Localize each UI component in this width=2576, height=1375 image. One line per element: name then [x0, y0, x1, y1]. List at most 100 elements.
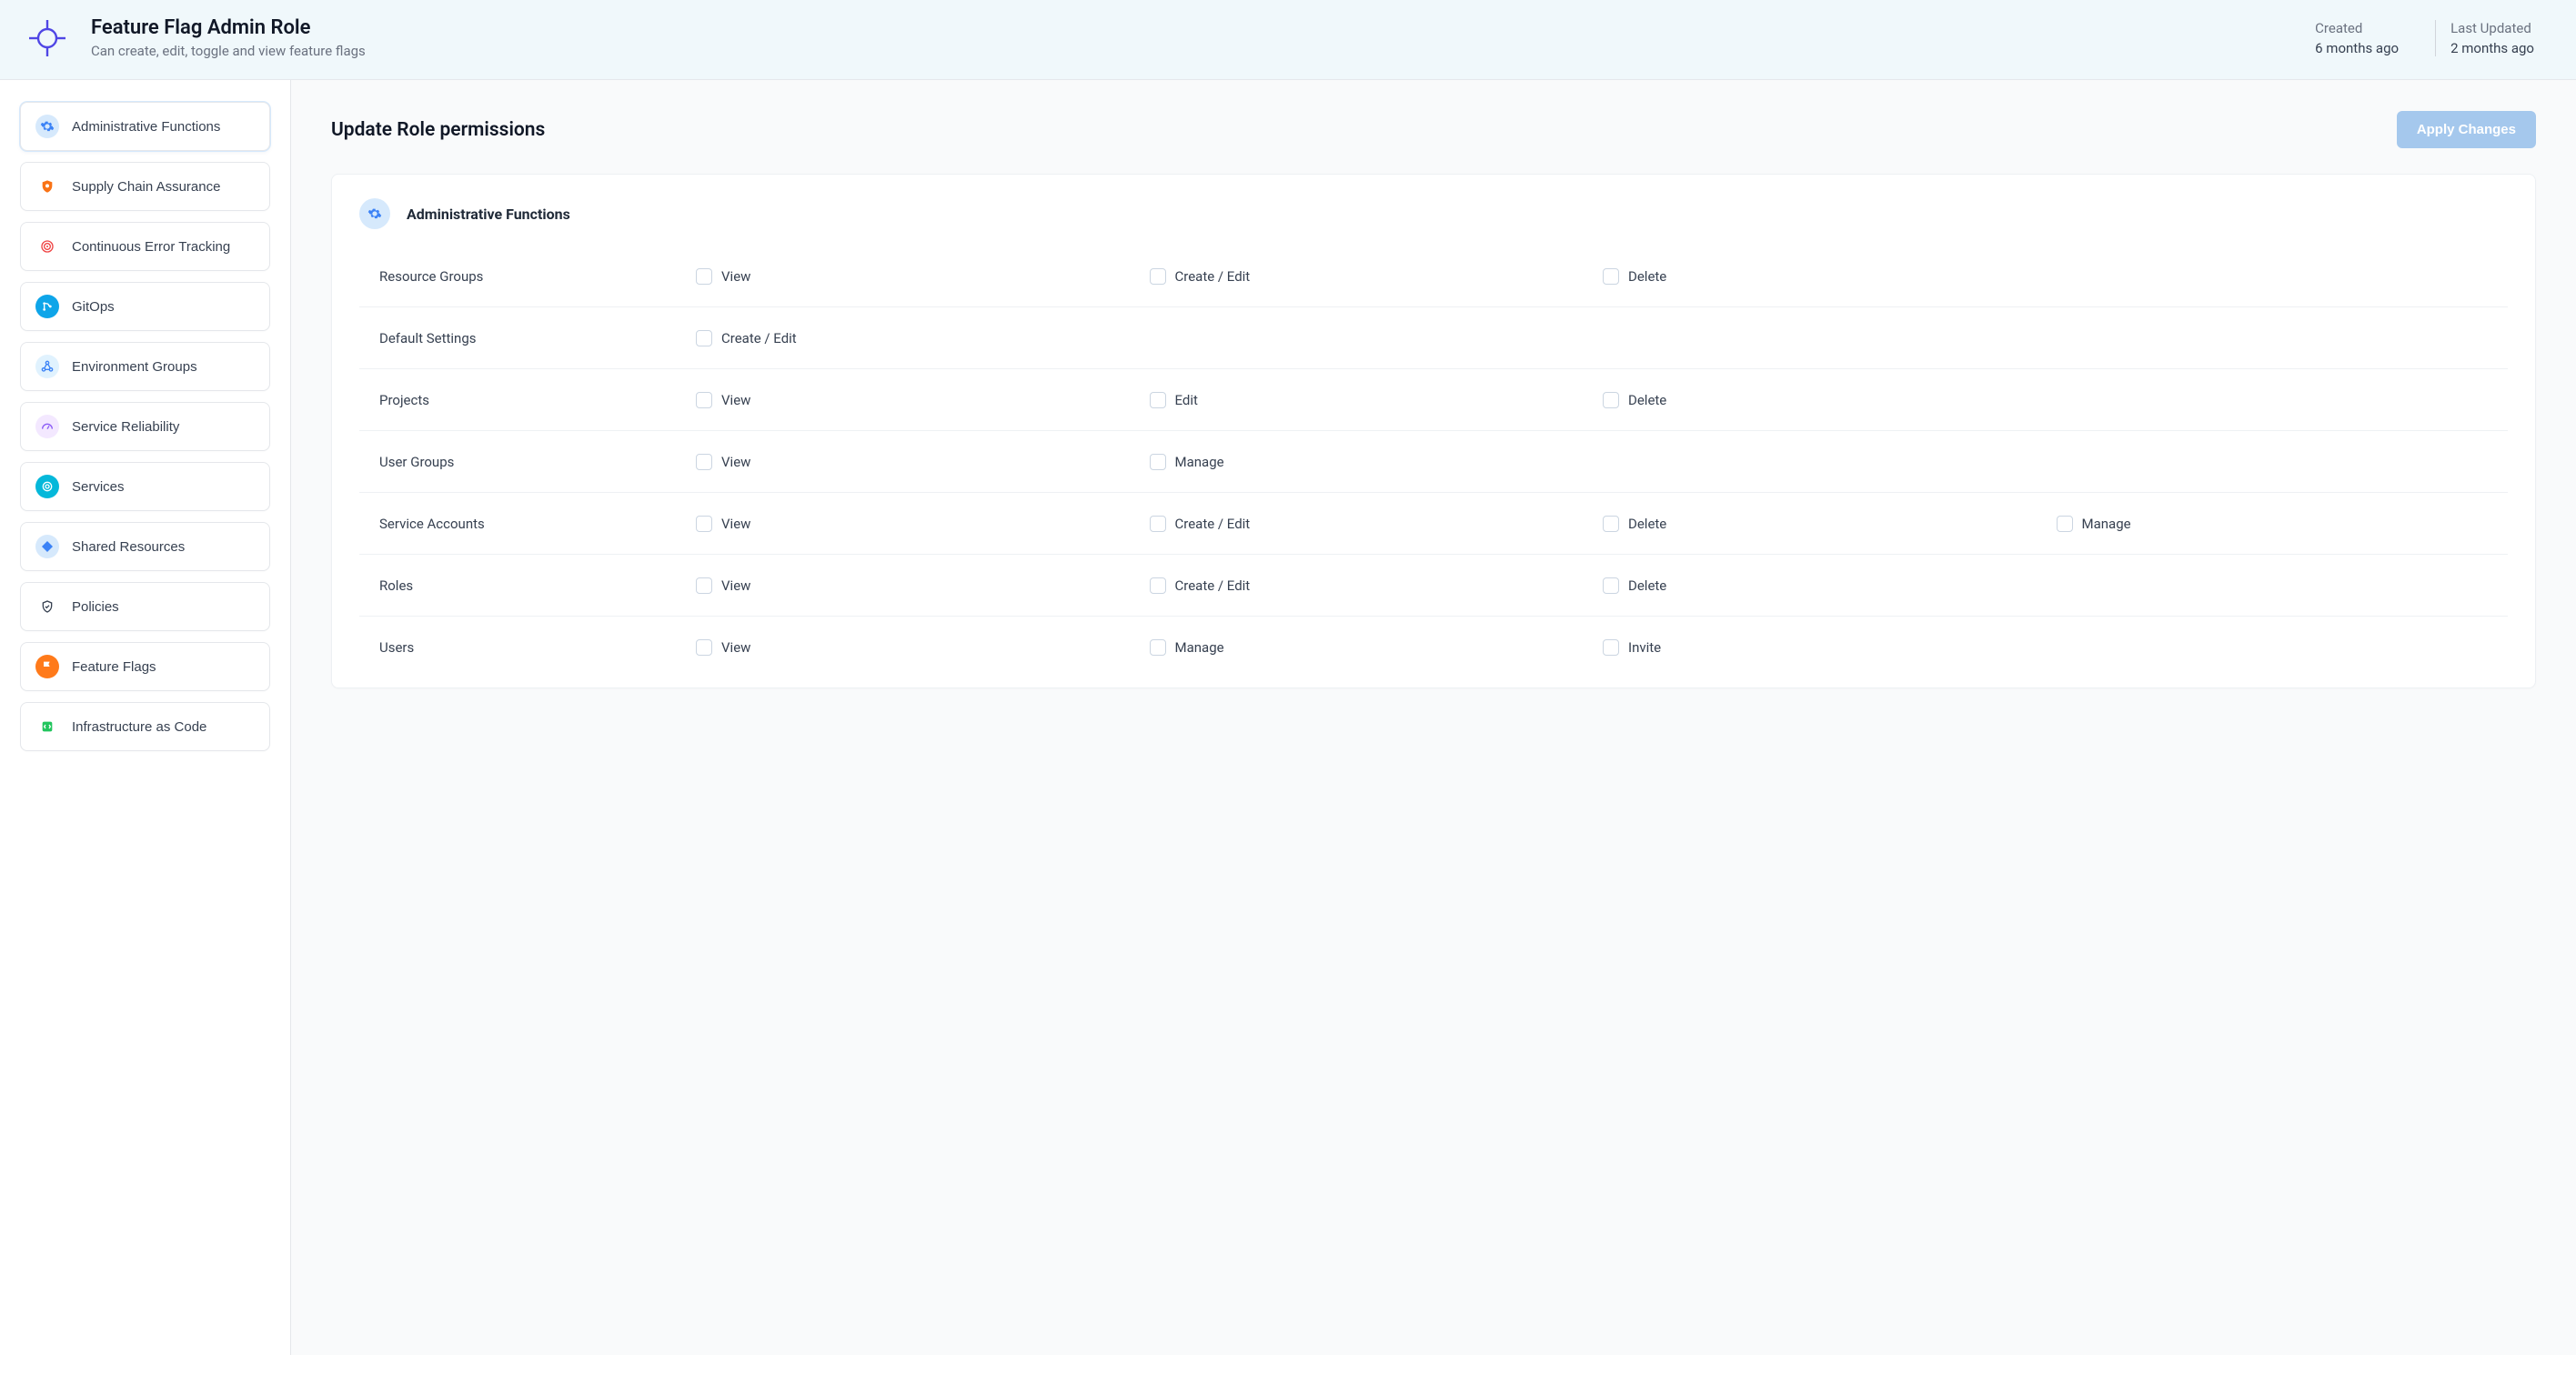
sidebar-item-label: Infrastructure as Code [72, 719, 206, 735]
permission-label: Manage [1175, 639, 1224, 656]
permission-checkbox[interactable] [696, 639, 712, 656]
created-value: 6 months ago [2315, 40, 2399, 56]
permission-checkbox[interactable] [1150, 454, 1166, 470]
sidebar-item-continuous-error-tracking[interactable]: Continuous Error Tracking [20, 222, 270, 271]
sidebar-item-policies[interactable]: Policies [20, 582, 270, 631]
permission-checkbox[interactable] [696, 330, 712, 346]
permission-cell: Create / Edit [1150, 516, 1596, 532]
permission-label: Create / Edit [1175, 516, 1251, 532]
permission-cell: Create / Edit [1150, 268, 1596, 285]
sidebar-item-administrative-functions[interactable]: Administrative Functions [20, 102, 270, 151]
permission-cell: Manage [1150, 639, 1596, 656]
sidebar-item-label: Services [72, 479, 125, 495]
sidebar-item-feature-flags[interactable]: Feature Flags [20, 642, 270, 691]
permission-label: Create / Edit [1175, 577, 1251, 594]
sidebar-item-service-reliability[interactable]: Service Reliability [20, 402, 270, 451]
permission-checkbox[interactable] [1150, 639, 1166, 656]
sidebar-item-environment-groups[interactable]: Environment Groups [20, 342, 270, 391]
permission-label: View [721, 268, 750, 285]
permission-cell: Delete [1603, 392, 2049, 408]
permission-cell: Create / Edit [696, 330, 1142, 346]
role-subtitle: Can create, edit, toggle and view featur… [91, 43, 2300, 59]
permission-cell: View [696, 392, 1142, 408]
main-content: Update Role permissions Apply Changes Ad… [291, 80, 2576, 1355]
permission-checkbox[interactable] [1603, 639, 1619, 656]
main-header: Update Role permissions Apply Changes [331, 111, 2536, 148]
permission-name: Users [379, 639, 689, 656]
permission-checkbox[interactable] [1150, 268, 1166, 285]
permission-name: Projects [379, 392, 689, 408]
permission-label: Delete [1628, 516, 1666, 532]
permission-checkbox[interactable] [696, 392, 712, 408]
gauge-icon [35, 415, 59, 438]
permission-row: Default SettingsCreate / Edit [359, 307, 2508, 369]
permission-checkbox[interactable] [696, 516, 712, 532]
permission-label: Delete [1628, 268, 1666, 285]
permission-cell: Delete [1603, 268, 2049, 285]
bullseye-icon [35, 235, 59, 258]
gear-icon [359, 198, 390, 229]
apply-changes-button[interactable]: Apply Changes [2397, 111, 2536, 148]
created-meta: Created 6 months ago [2300, 20, 2413, 56]
sidebar-item-label: Administrative Functions [72, 119, 220, 135]
permissions-table: Resource Groups View Create / Edit Delete De… [359, 246, 2508, 678]
permission-label: Edit [1175, 392, 1198, 408]
permission-cell: Create / Edit [1150, 577, 1596, 594]
flag-icon [35, 655, 59, 678]
role-title: Feature Flag Admin Role [91, 16, 2300, 39]
updated-meta: Last Updated 2 months ago [2435, 20, 2549, 56]
permission-cell: Delete [1603, 516, 2049, 532]
permission-checkbox[interactable] [2057, 516, 2073, 532]
permission-checkbox[interactable] [1603, 516, 1619, 532]
permission-label: Invite [1628, 639, 1661, 656]
permission-label: Delete [1628, 392, 1666, 408]
permission-row: Service Accounts View Create / Edit Delete M… [359, 493, 2508, 555]
sidebar-item-shared-resources[interactable]: Shared Resources [20, 522, 270, 571]
permission-checkbox[interactable] [1603, 577, 1619, 594]
diamond-icon [35, 535, 59, 558]
gear-icon [35, 115, 59, 138]
permission-checkbox[interactable] [1603, 392, 1619, 408]
role-crosshair-icon [27, 18, 67, 58]
sidebar-item-label: Supply Chain Assurance [72, 179, 220, 195]
permission-label: View [721, 516, 750, 532]
permission-checkbox[interactable] [1150, 516, 1166, 532]
sidebar-item-gitops[interactable]: GitOps [20, 282, 270, 331]
header-meta: Created 6 months ago Last Updated 2 mont… [2300, 20, 2549, 56]
permission-label: Manage [2082, 516, 2131, 532]
permission-checkbox[interactable] [696, 268, 712, 285]
page-title: Update Role permissions [331, 119, 545, 141]
sidebar-item-label: Environment Groups [72, 359, 197, 375]
shield-scan-icon [35, 175, 59, 198]
permission-checkbox[interactable] [1150, 392, 1166, 408]
sidebar-item-supply-chain-assurance[interactable]: Supply Chain Assurance [20, 162, 270, 211]
permission-checkbox[interactable] [696, 454, 712, 470]
permission-name: Resource Groups [379, 268, 689, 285]
permission-row: Projects View Edit Delete [359, 369, 2508, 431]
permission-checkbox[interactable] [1603, 268, 1619, 285]
permission-name: User Groups [379, 454, 689, 470]
permission-row: UsersViewManageInvite [359, 617, 2508, 678]
page-header: Feature Flag Admin Role Can create, edit… [0, 0, 2576, 80]
permission-name: Service Accounts [379, 516, 689, 532]
permission-label: Delete [1628, 577, 1666, 594]
sidebar-item-infrastructure-as-code[interactable]: Infrastructure as Code [20, 702, 270, 751]
sidebar: Administrative Functions Supply Chain As… [0, 80, 291, 1355]
iac-icon [35, 715, 59, 738]
permission-label: Create / Edit [1175, 268, 1251, 285]
sidebar-item-label: Feature Flags [72, 659, 156, 675]
sidebar-item-label: Policies [72, 599, 119, 615]
panel-header: Administrative Functions [359, 198, 2508, 229]
permission-cell: Invite [1603, 639, 2049, 656]
nodes-icon [35, 355, 59, 378]
permission-cell: View [696, 577, 1142, 594]
permission-cell: View [696, 516, 1142, 532]
git-circle-icon [35, 295, 59, 318]
permission-checkbox[interactable] [696, 577, 712, 594]
permission-cell: Edit [1150, 392, 1596, 408]
sidebar-item-services[interactable]: Services [20, 462, 270, 511]
panel-title: Administrative Functions [407, 206, 570, 223]
permission-row: Resource Groups View Create / Edit Delete [359, 246, 2508, 307]
permission-cell: Manage [2057, 516, 2503, 532]
permission-checkbox[interactable] [1150, 577, 1166, 594]
